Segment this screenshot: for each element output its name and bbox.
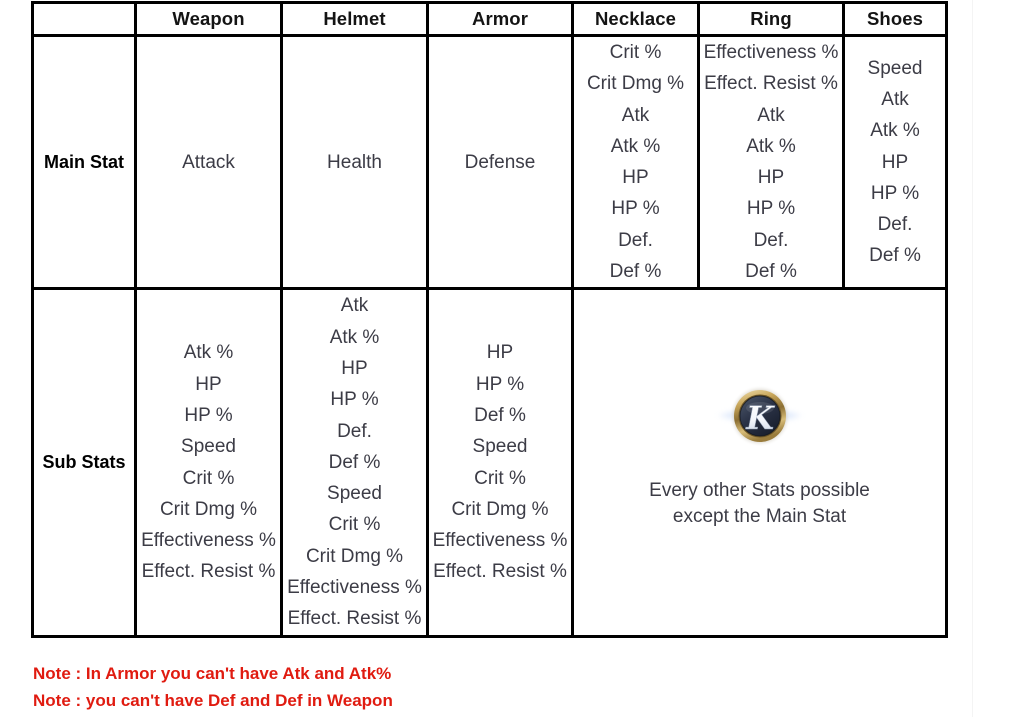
row-label-main-stat: Main Stat xyxy=(31,33,137,291)
accessories-note-line-2: except the Main Stat xyxy=(672,505,847,527)
stat-entry: Crit % xyxy=(609,42,662,63)
stat-entry: HP xyxy=(341,357,368,379)
column-header-ring[interactable]: Ring xyxy=(697,1,845,37)
gear-stats-infographic: Weapon Helmet Armor Necklace Ring Shoes … xyxy=(0,0,1014,717)
stat-entry: Effectiveness % xyxy=(432,530,568,552)
stat-entry: HP xyxy=(486,342,514,364)
stat-entry: Defense xyxy=(464,151,536,173)
stat-entry: Def % xyxy=(474,404,526,426)
stat-entry: HP % xyxy=(870,182,920,204)
notes-block: Note : In Armor you can't have Atk and A… xyxy=(33,660,393,714)
stat-entry: Atk % xyxy=(329,326,380,348)
stat-entry: HP % xyxy=(746,198,796,220)
stat-entry: Atk % xyxy=(870,120,920,142)
stat-entry: HP % xyxy=(475,373,525,395)
stat-entry: Def % xyxy=(745,261,797,283)
column-header-helmet[interactable]: Helmet xyxy=(280,1,429,37)
epic-seven-emblem-icon: K xyxy=(716,384,803,448)
sub-stats-weapon: Atk % HP HP % Speed Crit % Crit Dmg % Effectiv… xyxy=(134,287,283,638)
stat-entry: Atk xyxy=(340,295,369,317)
main-stat-armor: Defense xyxy=(426,33,574,291)
stat-entry: Atk xyxy=(621,104,650,126)
stat-entry: Crit Dmg % xyxy=(305,545,404,567)
main-stat-ring: Effectiveness % Effect. Resist % Atk Atk % H… xyxy=(697,33,845,291)
stat-entry: Health xyxy=(327,151,382,173)
stat-entry: Attack xyxy=(182,151,235,173)
stat-entry: Effect. Resist % xyxy=(704,73,838,95)
stat-entry: Effectiveness % xyxy=(141,530,276,552)
stat-entry: Atk % xyxy=(610,135,661,157)
stat-entry: HP % xyxy=(184,404,233,426)
stat-entry: Atk xyxy=(881,88,909,110)
stat-entry: HP % xyxy=(330,389,379,411)
stat-entry: Effect. Resist % xyxy=(141,561,276,583)
table-header-row: Weapon Helmet Armor Necklace Ring Shoes xyxy=(31,1,948,37)
column-header-armor[interactable]: Armor xyxy=(426,1,574,37)
stat-entry: Crit % xyxy=(328,514,381,536)
main-stat-helmet: Health xyxy=(280,33,429,291)
stat-entry: Speed xyxy=(181,436,236,458)
accessories-note-line-1: Every other Stats possible xyxy=(649,479,870,501)
stat-entry: Crit Dmg % xyxy=(451,498,549,520)
stat-entry: Atk xyxy=(757,104,785,126)
row-label-sub-stats: Sub Stats xyxy=(31,287,137,638)
sub-stats-accessories-merged: K Every other Stats possible except the … xyxy=(571,287,948,638)
main-stat-row: Main Stat Attack Health Defense Crit % Cr… xyxy=(31,33,948,291)
stat-entry: Def % xyxy=(609,261,662,283)
stat-entry: Crit Dmg % xyxy=(586,73,685,95)
stat-entry: Def. xyxy=(877,214,913,236)
note-weapon-def: Note : you can't have Def and Def in Wea… xyxy=(33,691,393,710)
sub-stats-armor: HP HP % Def % Speed Crit % Crit Dmg % Effectiv… xyxy=(426,287,574,638)
sub-stats-row: Sub Stats Atk % HP HP % Speed Crit % Crit Dmg… xyxy=(31,287,948,638)
stat-entry: HP xyxy=(881,151,909,173)
page-seam xyxy=(972,0,973,717)
stat-entry: HP xyxy=(757,167,785,189)
stat-entry: Effectiveness % xyxy=(287,577,422,599)
stat-entry: Crit Dmg % xyxy=(159,498,258,520)
main-stat-necklace: Crit % Crit Dmg % Atk Atk % HP HP % Def. Def % xyxy=(571,33,700,291)
stat-entry: Speed xyxy=(327,483,382,505)
stat-entry: Speed xyxy=(472,436,528,458)
note-armor-atk: Note : In Armor you can't have Atk and A… xyxy=(33,664,392,683)
stat-entry: Effectiveness % xyxy=(703,42,839,63)
stat-entry: Crit % xyxy=(474,467,526,489)
column-header-necklace[interactable]: Necklace xyxy=(571,1,700,37)
stat-entry: Crit % xyxy=(182,467,235,489)
accessories-note-text: Every other Stats possible except the Ma… xyxy=(649,478,870,530)
stat-entry: Effect. Resist % xyxy=(287,608,422,630)
sub-stats-helmet: Atk Atk % HP HP % Def. Def % Speed Crit % Crit D… xyxy=(280,287,429,638)
stat-entry: Def. xyxy=(337,420,372,442)
column-header-shoes[interactable]: Shoes xyxy=(842,1,948,37)
stat-entry: Def. xyxy=(753,229,789,251)
stat-entry: HP xyxy=(195,373,222,395)
stat-entry: Def. xyxy=(618,229,653,251)
stat-entry: Atk % xyxy=(183,342,234,364)
stat-entry: Def % xyxy=(328,451,381,473)
corner-spacer xyxy=(31,1,137,37)
stat-entry: HP % xyxy=(611,198,660,220)
stat-entry: HP xyxy=(622,167,649,189)
stat-entry: Speed xyxy=(867,57,923,79)
stat-entry: Def % xyxy=(869,245,921,267)
column-header-weapon[interactable]: Weapon xyxy=(134,1,283,37)
stat-entry: Atk % xyxy=(746,135,796,157)
gear-stats-table: Weapon Helmet Armor Necklace Ring Shoes … xyxy=(31,1,948,638)
main-stat-shoes: Speed Atk Atk % HP HP % Def. Def % xyxy=(842,33,948,291)
stat-entry: Effect. Resist % xyxy=(433,561,567,583)
main-stat-weapon: Attack xyxy=(134,33,283,291)
